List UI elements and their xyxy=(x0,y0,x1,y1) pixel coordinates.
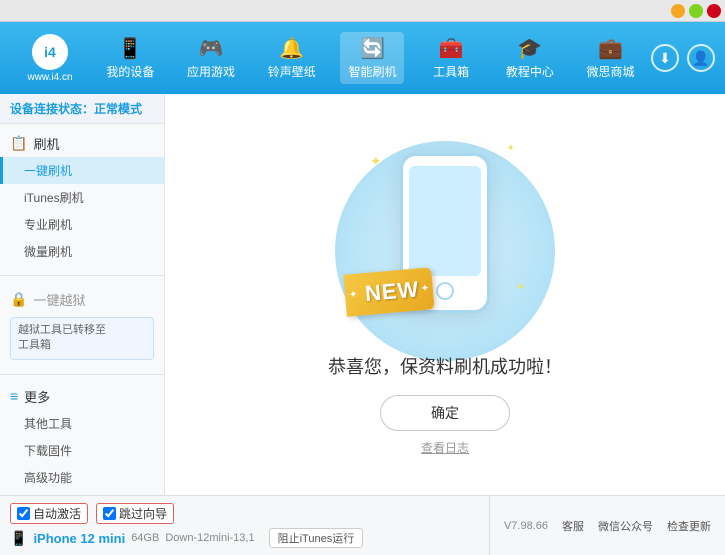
flash-section: 📋 刷机 一键刷机 iTunes刷机 专业刷机 微量刷机 xyxy=(0,124,164,271)
divider-1 xyxy=(0,275,164,276)
nav-apps-games[interactable]: 🎮 应用游戏 xyxy=(179,32,243,84)
sidebar-item-other-tools[interactable]: 其他工具 xyxy=(0,410,164,437)
nav-tutorial[interactable]: 🎓 教程中心 xyxy=(498,32,562,84)
checkboxes-row: 自动激活 跳过向导 xyxy=(10,503,479,524)
device-name: iPhone 12 mini xyxy=(33,531,125,546)
bottom-left-col: 自动激活 跳过向导 📱 iPhone 12 mini 64GB Down-12m… xyxy=(0,496,489,555)
more-section: ≡ 更多 其他工具 下载固件 高级功能 xyxy=(0,379,164,495)
sidebar-item-itunes-flash[interactable]: iTunes刷机 xyxy=(0,184,164,211)
jailbreak-section: 🔒 一键越狱 越狱工具已转移至工具箱 xyxy=(0,280,164,370)
jb-notice: 越狱工具已转移至工具箱 xyxy=(10,317,154,360)
jb-notice-text: 越狱工具已转移至工具箱 xyxy=(18,324,106,351)
itunes-status-button[interactable]: 阻止iTunes运行 xyxy=(269,528,364,548)
app-bottom-bar: 自动激活 跳过向导 📱 iPhone 12 mini 64GB Down-12m… xyxy=(0,495,725,555)
wechat-public-link[interactable]: 微信公众号 xyxy=(598,518,653,534)
jb-section-label: 一键越狱 xyxy=(33,290,85,309)
flash-section-header: 📋 刷机 xyxy=(0,130,164,157)
content-area: 设备连接状态：正常模式 📋 刷机 一键刷机 iTunes刷机 专业刷机 微量刷机… xyxy=(0,94,725,495)
nav-wei-store-label: 微思商城 xyxy=(587,63,635,80)
sidebar-item-micro-flash[interactable]: 微量刷机 xyxy=(0,238,164,265)
phone-illustration: ✦ ✦ ✦ NEW xyxy=(355,133,535,333)
maximize-button[interactable] xyxy=(689,4,703,18)
status-label: 设备连接状态： xyxy=(10,102,94,116)
device-row: 📱 iPhone 12 mini 64GB Down-12mini-13,1 阻… xyxy=(10,528,479,548)
illustration-wrapper: ✦ ✦ ✦ NEW 恭喜您，保资料刷机成功啦！ 确定 查看日志 xyxy=(328,133,562,456)
sidebar-item-one-key-flash[interactable]: 一键刷机 xyxy=(0,157,164,184)
skip-wizard-label[interactable]: 跳过向导 xyxy=(96,503,174,524)
auto-activate-checkbox[interactable] xyxy=(17,507,30,520)
auto-activate-text: 自动激活 xyxy=(33,505,81,522)
smart-flash-icon: 🔄 xyxy=(360,36,385,61)
nav-wei-store[interactable]: 💼 微思商城 xyxy=(579,32,643,84)
nav-ringtone-label: 铃声壁纸 xyxy=(268,63,316,80)
flash-section-label: 刷机 xyxy=(33,134,59,153)
jb-section-header: 🔒 一键越狱 xyxy=(0,286,164,313)
new-ribbon: NEW xyxy=(343,267,435,317)
sparkle-icon-3: ✦ xyxy=(517,282,525,293)
nav-my-device[interactable]: 📱 我的设备 xyxy=(98,32,162,84)
header-right: ⬇ 👤 xyxy=(651,44,715,72)
logo-icon: i4 xyxy=(32,34,68,70)
sparkle-icon-1: ✦ xyxy=(370,153,382,170)
customer-service-link[interactable]: 客服 xyxy=(562,518,584,534)
nav-toolbox[interactable]: 🧰 工具箱 xyxy=(421,32,481,84)
ribbon-text: NEW xyxy=(364,276,420,306)
device-storage: 64GB xyxy=(131,532,159,544)
nav-my-device-label: 我的设备 xyxy=(106,63,154,80)
my-device-icon: 📱 xyxy=(118,36,143,61)
header: i4 www.i4.cn 📱 我的设备 🎮 应用游戏 🔔 铃声壁纸 🔄 智能刷机… xyxy=(0,22,725,94)
sidebar: 设备连接状态：正常模式 📋 刷机 一键刷机 iTunes刷机 专业刷机 微量刷机… xyxy=(0,94,165,495)
ok-button[interactable]: 确定 xyxy=(380,395,510,431)
bottom-right-col: V7.98.66 客服 微信公众号 检查更新 xyxy=(489,496,725,555)
sidebar-item-pro-flash[interactable]: 专业刷机 xyxy=(0,211,164,238)
more-section-label: 更多 xyxy=(24,387,50,406)
nav-ringtone[interactable]: 🔔 铃声壁纸 xyxy=(260,32,324,84)
logo-subtitle: www.i4.cn xyxy=(27,72,72,83)
titlebar xyxy=(0,0,725,22)
logo-area: i4 www.i4.cn xyxy=(10,34,90,83)
success-message: 恭喜您，保资料刷机成功啦！ xyxy=(328,353,562,379)
main-content: ✦ ✦ ✦ NEW 恭喜您，保资料刷机成功啦！ 确定 查看日志 xyxy=(165,94,725,495)
flash-section-icon: 📋 xyxy=(10,135,27,152)
jb-icon: 🔒 xyxy=(10,291,27,308)
logo-text: i4 xyxy=(44,44,56,60)
version-text: V7.98.66 xyxy=(504,520,548,532)
divider-2 xyxy=(0,374,164,375)
skip-wizard-checkbox[interactable] xyxy=(103,507,116,520)
nav-toolbox-label: 工具箱 xyxy=(433,63,469,80)
nav-apps-games-label: 应用游戏 xyxy=(187,63,235,80)
toolbox-icon: 🧰 xyxy=(439,36,464,61)
phone-home-btn xyxy=(436,282,454,300)
more-section-header: ≡ 更多 xyxy=(0,383,164,410)
account-button[interactable]: 👤 xyxy=(687,44,715,72)
nav-smart-flash-label: 智能刷机 xyxy=(348,63,396,80)
nav-items: 📱 我的设备 🎮 应用游戏 🔔 铃声壁纸 🔄 智能刷机 🧰 工具箱 🎓 教程中心… xyxy=(90,32,651,84)
apps-games-icon: 🎮 xyxy=(199,36,224,61)
download-button[interactable]: ⬇ xyxy=(651,44,679,72)
check-update-link[interactable]: 检查更新 xyxy=(667,518,711,534)
status-value: 正常模式 xyxy=(94,102,142,116)
ringtone-icon: 🔔 xyxy=(279,36,304,61)
sidebar-item-advanced[interactable]: 高级功能 xyxy=(0,464,164,491)
more-section-icon: ≡ xyxy=(10,388,18,404)
status-bar: 设备连接状态：正常模式 xyxy=(0,94,164,124)
minimize-button[interactable] xyxy=(671,4,685,18)
skip-wizard-text: 跳过向导 xyxy=(119,505,167,522)
nav-smart-flash[interactable]: 🔄 智能刷机 xyxy=(340,32,404,84)
view-log-link[interactable]: 查看日志 xyxy=(421,439,469,456)
sparkle-icon-2: ✦ xyxy=(507,143,515,154)
device-icon: 📱 xyxy=(10,530,27,547)
phone-screen xyxy=(409,166,481,276)
nav-tutorial-label: 教程中心 xyxy=(506,63,554,80)
close-button[interactable] xyxy=(707,4,721,18)
tutorial-icon: 🎓 xyxy=(517,36,542,61)
sidebar-item-download-firmware[interactable]: 下载固件 xyxy=(0,437,164,464)
device-model: Down-12mini-13,1 xyxy=(165,532,254,544)
auto-activate-label[interactable]: 自动激活 xyxy=(10,503,88,524)
wei-store-icon: 💼 xyxy=(598,36,623,61)
